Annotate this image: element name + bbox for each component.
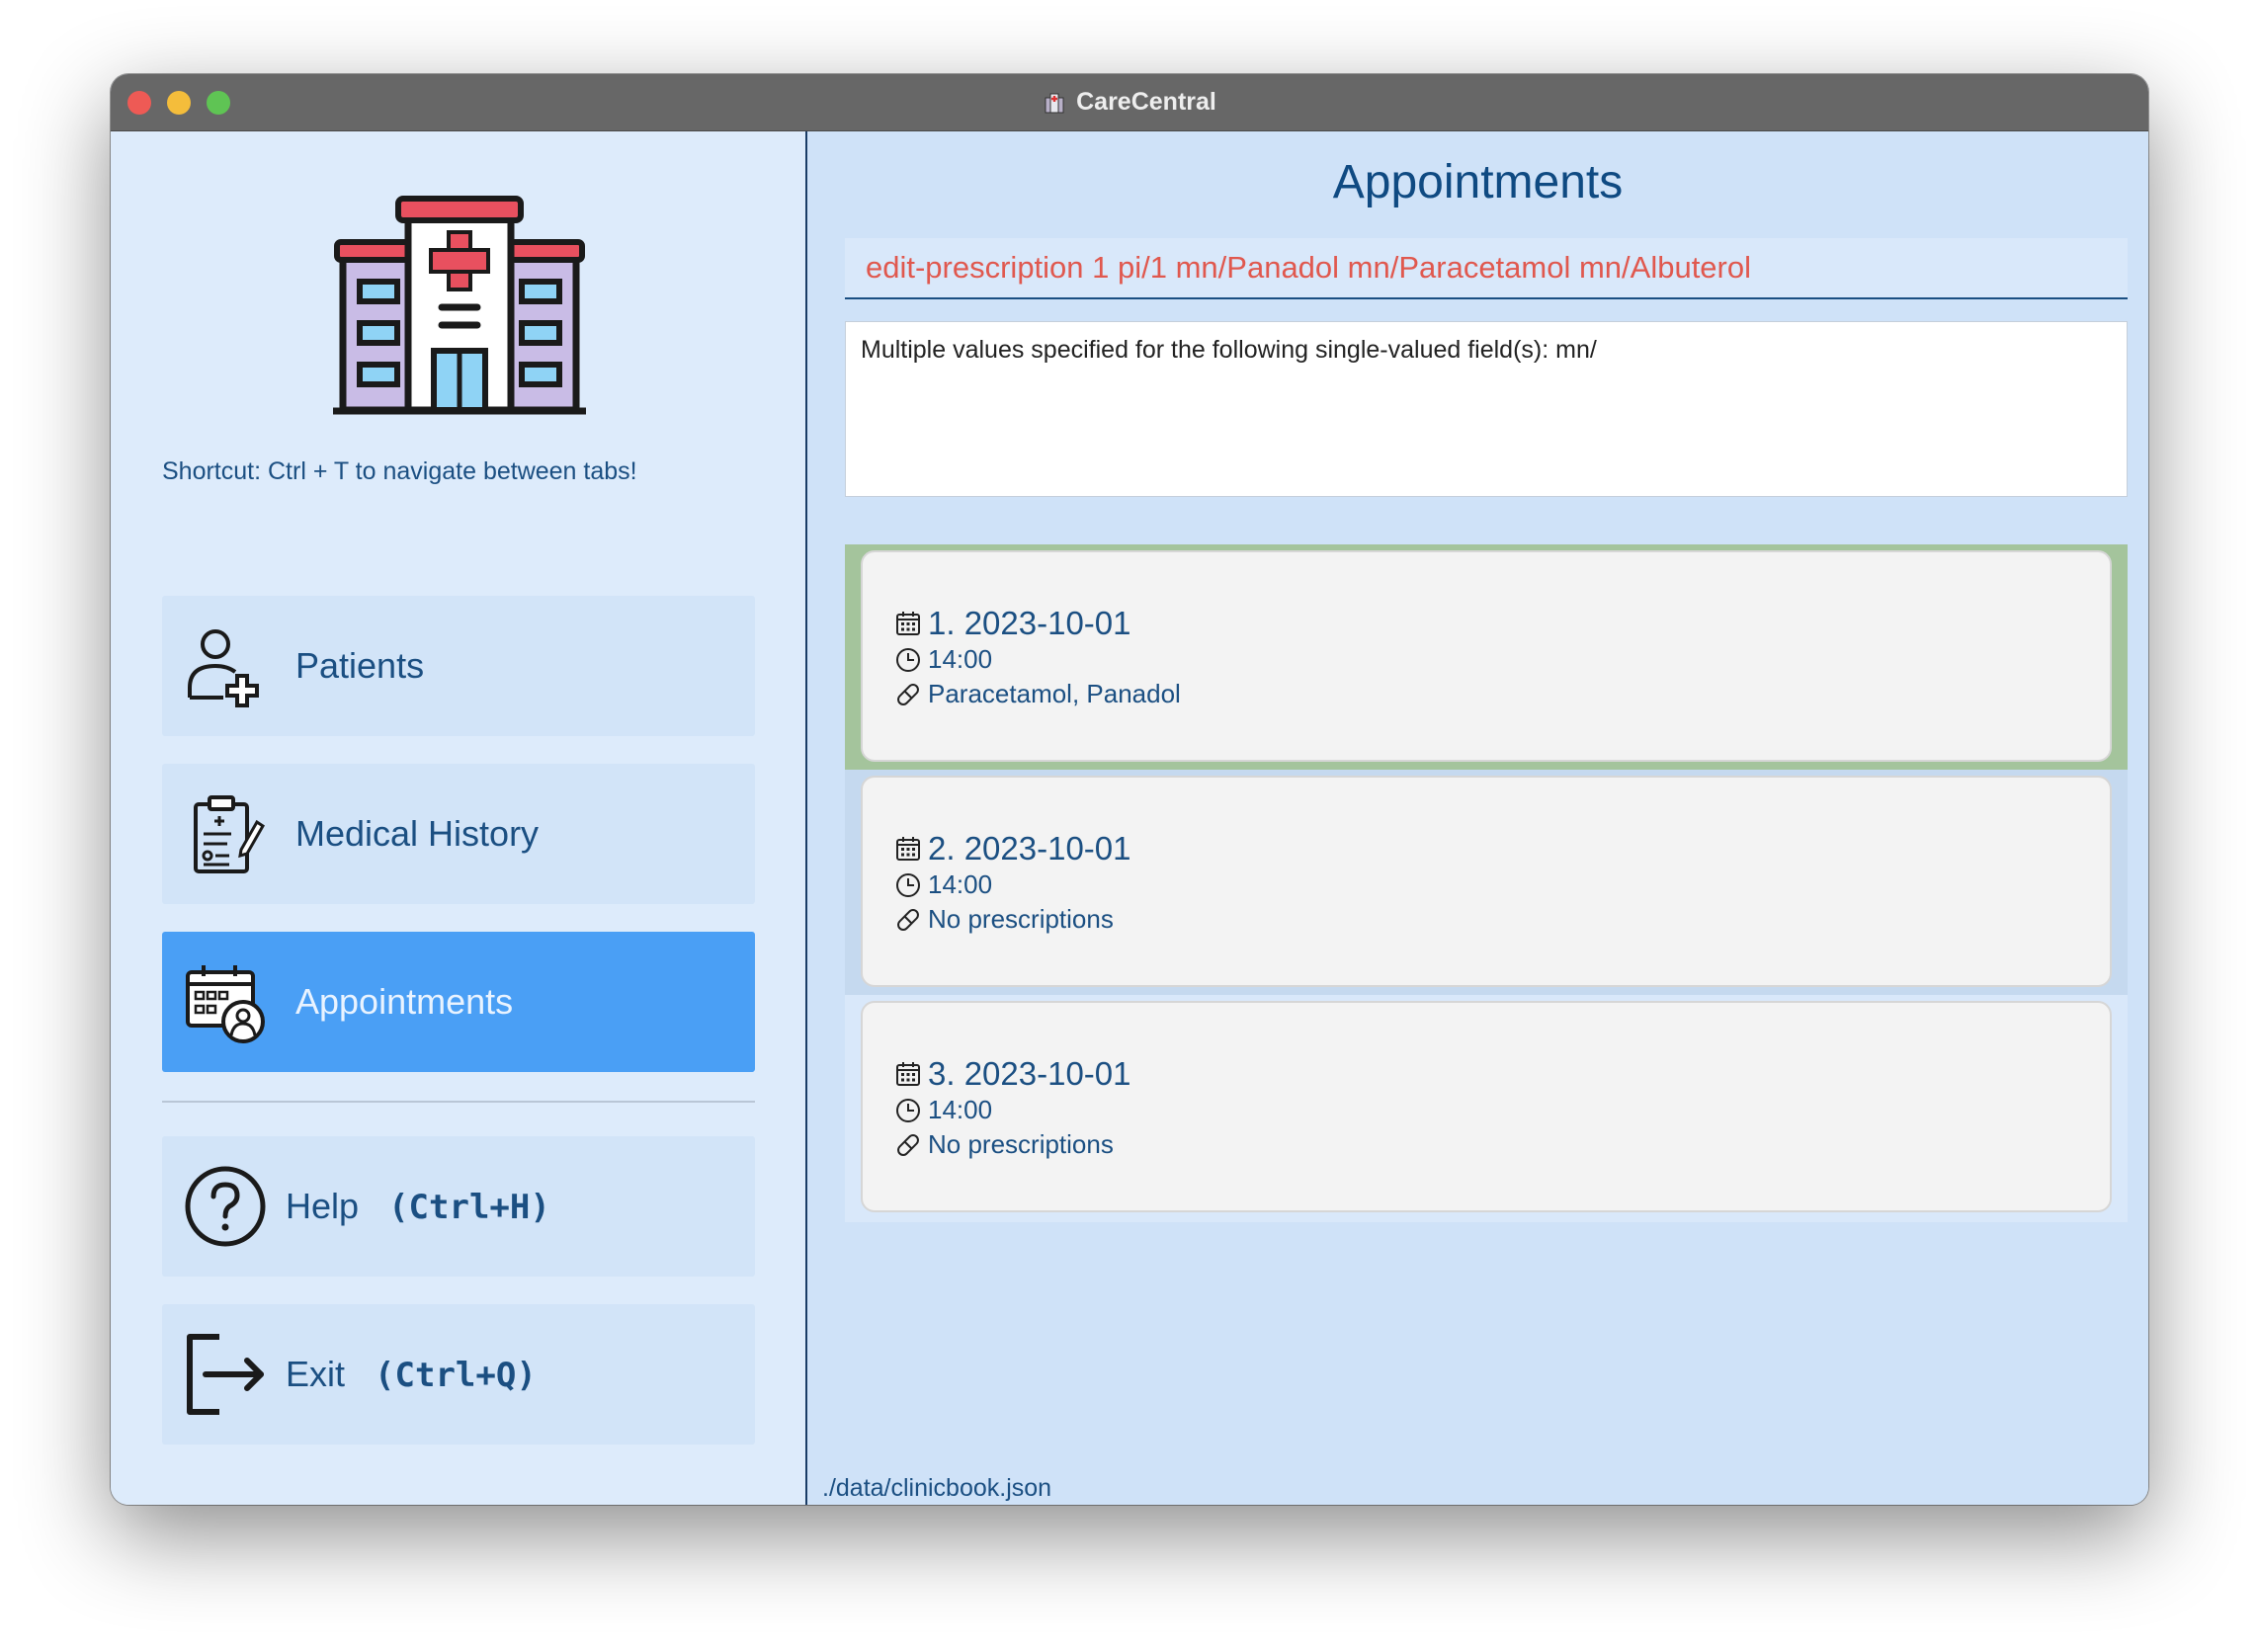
calendar-person-icon — [186, 965, 265, 1043]
exit-label: Exit (Ctrl+Q) — [286, 1354, 537, 1395]
sidebar-divider — [162, 1101, 755, 1103]
help-label: Help (Ctrl+H) — [286, 1186, 550, 1227]
nav-patients-button[interactable]: Patients — [162, 596, 755, 736]
hospital-logo-icon — [333, 196, 586, 415]
clock-icon — [896, 647, 920, 672]
calendar-icon — [896, 1062, 920, 1086]
main-panel: Appointments edit-prescription 1 pi/1 mn… — [807, 131, 2148, 1505]
result-text: Multiple values specified for the follow… — [861, 336, 1597, 364]
calendar-icon — [896, 612, 920, 635]
title-bar: CareCentral — [111, 74, 2148, 131]
page-title: Appointments — [1332, 156, 1624, 208]
appointment-heading: 2. 2023-10-01 — [928, 830, 1131, 867]
appointment-list[interactable]: 1. 2023-10-01 14:00 Paracetamol, Panadol… — [845, 544, 2128, 1222]
pill-icon — [897, 683, 919, 705]
pill-icon — [897, 908, 919, 931]
appointment-prescriptions: No prescriptions — [928, 904, 1114, 934]
calendar-icon — [896, 837, 920, 861]
shortcut-hint: Shortcut: Ctrl + T to navigate between t… — [162, 457, 637, 485]
appointment-time: 14:00 — [928, 869, 993, 899]
nav-medical-history-label: Medical History — [295, 813, 540, 854]
nav-appointments-label: Appointments — [295, 981, 514, 1022]
appointment-heading: 3. 2023-10-01 — [928, 1055, 1131, 1092]
appointment-card: 3. 2023-10-01 14:00 No prescriptions — [861, 1001, 2112, 1212]
clock-icon — [896, 872, 920, 897]
appointment-list-cell[interactable]: 3. 2023-10-01 14:00 No prescriptions — [845, 995, 2128, 1220]
hospital-app-icon — [1045, 93, 1064, 113]
exit-shortcut: (Ctrl+Q) — [375, 1356, 537, 1395]
clipboard-icon — [194, 795, 265, 873]
appointment-time: 14:00 — [928, 644, 993, 674]
appointment-heading: 1. 2023-10-01 — [928, 605, 1131, 641]
help-button[interactable]: Help (Ctrl+H) — [162, 1136, 755, 1277]
exit-icon — [187, 1334, 264, 1415]
appointment-prescriptions: No prescriptions — [928, 1129, 1114, 1159]
help-question-icon — [185, 1166, 266, 1247]
exit-button[interactable]: Exit (Ctrl+Q) — [162, 1304, 755, 1445]
command-text: edit-prescription 1 pi/1 mn/Panadol mn/P… — [866, 250, 1752, 285]
clock-icon — [896, 1098, 920, 1122]
command-input[interactable]: edit-prescription 1 pi/1 mn/Panadol mn/P… — [845, 238, 2128, 299]
status-bar-path: ./data/clinicbook.json — [822, 1474, 1052, 1502]
appointment-card: 1. 2023-10-01 14:00 Paracetamol, Panadol — [861, 550, 2112, 762]
help-shortcut: (Ctrl+H) — [388, 1188, 550, 1227]
help-text: Help — [286, 1186, 360, 1226]
exit-text: Exit — [286, 1354, 346, 1394]
nav-patients-label: Patients — [295, 645, 425, 686]
result-display[interactable]: Multiple values specified for the follow… — [845, 321, 2128, 497]
app-window: CareCentral Shortcut: Ctrl + T to naviga — [111, 74, 2148, 1505]
window-title: CareCentral — [1076, 88, 1216, 116]
appointment-prescriptions: Paracetamol, Panadol — [928, 679, 1181, 708]
add-user-icon — [188, 629, 259, 707]
nav-medical-history-button[interactable]: Medical History — [162, 764, 755, 904]
appointment-list-cell[interactable]: 2. 2023-10-01 14:00 No prescriptions — [845, 770, 2128, 995]
appointment-list-cell[interactable]: 1. 2023-10-01 14:00 Paracetamol, Panadol — [845, 544, 2128, 770]
appointment-time: 14:00 — [928, 1095, 993, 1124]
sidebar: Shortcut: Ctrl + T to navigate between t… — [111, 131, 807, 1505]
nav-appointments-button[interactable]: Appointments — [162, 932, 755, 1072]
pill-icon — [897, 1133, 919, 1156]
appointment-card: 2. 2023-10-01 14:00 No prescriptions — [861, 776, 2112, 987]
